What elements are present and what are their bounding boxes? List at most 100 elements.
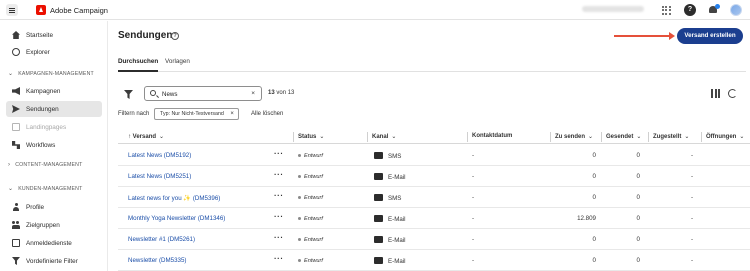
result-count: 13 von 13 [268,90,294,96]
sms-icon [374,152,383,159]
channel-label: E-Mail [388,216,406,223]
sidebar-item-label: Zielgruppen [26,221,60,229]
sidebar-item-label: Landingpages [26,123,67,131]
column-zugestellt[interactable]: Zugestellt ⌄ [653,133,689,140]
sidebar-item-workflows[interactable]: Workflows [0,137,108,153]
create-delivery-button[interactable]: Versand erstellen [677,28,743,44]
sidebar-item-label: Explorer [26,48,50,56]
channel: E-Mail [374,215,406,223]
delivery-name-link[interactable]: Newsletter (DM5335) [128,257,186,264]
app-name: Adobe Campaign [50,6,108,15]
status-badge: Entwurf [298,258,323,264]
column-label: Zu senden [555,134,586,140]
filter-toggle-icon[interactable] [124,90,133,99]
sidebar-item-profile[interactable]: Profile [0,199,108,215]
bell-icon[interactable] [707,4,720,16]
more-actions-icon[interactable]: ··· [274,170,284,179]
chevron-down-icon: ⌄ [8,186,14,192]
delivery-name-link[interactable]: Monthly Yoga Newsletter (DM1346) [128,215,225,222]
help-icon[interactable]: ? [684,4,696,16]
column-label: Status [298,134,317,140]
sidebar-item-anmeldedienste[interactable]: Anmeldedienste [0,235,108,251]
column-gesendet[interactable]: Gesendet ⌄ [606,133,641,140]
sparkle-icon: ✨ [183,195,192,202]
more-actions-icon[interactable]: ··· [274,149,284,158]
email-icon [374,173,383,180]
clear-search-icon[interactable]: × [251,90,255,97]
sidebar-item-explorer[interactable]: Explorer [0,44,108,60]
to-send-count: 0 [592,173,596,180]
sidebar: Startseite Explorer ⌄ KAMPAGNEN-MANAGEME… [0,21,108,271]
table-row[interactable]: Latest news for you ✨ (DM5396) ··· Entwu… [118,187,750,208]
delivered-count: - [691,236,694,243]
column-label: Kanal [372,134,389,140]
avatar[interactable] [730,4,742,16]
search-input[interactable]: News × [144,86,262,101]
sidebar-item-vordefinierte-filter[interactable]: Vordefinierte Filter [0,253,108,269]
table-row[interactable]: Latest News (DM5192) ··· Entwurf SMS - 0… [118,145,750,166]
delivery-name-link[interactable]: Latest news for you ✨ (DM5396) [128,194,220,202]
apps-grid-icon[interactable] [660,4,672,16]
more-actions-icon[interactable]: ··· [274,212,284,221]
delivered-count: - [691,194,694,201]
table-header: ↑ Versand ⌄ Status ⌄ Kanal ⌄ Kontaktdatum Z… [118,130,750,144]
tab-vorlagen[interactable]: Vorlagen [165,58,190,65]
delivered-count: - [691,215,694,222]
column-kontaktdatum[interactable]: Kontaktdatum [472,133,512,139]
filter-chip[interactable]: Typ: Nur Nicht-Testversand × [154,108,239,120]
more-actions-icon[interactable]: ··· [274,191,284,200]
compass-icon [12,48,20,56]
channel-label: E-Mail [388,258,406,265]
columns-icon[interactable] [711,89,720,98]
more-actions-icon[interactable]: ··· [274,254,284,263]
clear-all-link[interactable]: Alle löschen [251,111,283,117]
table-row[interactable]: Latest News (DM5251) ··· Entwurf E-Mail … [118,166,750,187]
sidebar-item-kampagnen[interactable]: Kampagnen [0,83,108,99]
help-icon[interactable]: ? [171,32,179,40]
user-name-blurred [582,6,644,12]
sidebar-item-sendungen[interactable]: Sendungen [6,101,102,117]
column-divider [367,132,368,142]
filter-icon [12,257,20,265]
column-oeffnungen[interactable]: Öffnungen ⌄ [706,133,744,140]
workflow-icon [12,141,20,149]
email-icon [374,257,383,264]
chevron-down-icon: ⌄ [319,134,325,140]
menu-icon[interactable] [6,4,18,16]
column-label: Öffnungen [706,134,737,140]
delivered-count: - [691,152,694,159]
refresh-icon[interactable] [728,89,737,98]
delivery-name-link[interactable]: Latest News (DM5251) [128,173,191,180]
status-badge: Entwurf [298,216,323,222]
sidebar-item-startseite[interactable]: Startseite [0,27,108,43]
remove-filter-icon[interactable]: × [230,109,234,119]
chevron-down-icon: ⌄ [684,134,690,140]
more-actions-icon[interactable]: ··· [274,233,284,242]
sidebar-item-label: Profile [26,203,45,211]
section-label: KAMPAGNEN-MANAGEMENT [18,70,94,77]
delivery-name-link[interactable]: Latest News (DM5192) [128,152,191,159]
column-kanal[interactable]: Kanal ⌄ [372,133,396,140]
column-versand[interactable]: ↑ Versand ⌄ [128,133,164,140]
contact-date: - [472,257,475,264]
column-divider [467,132,468,142]
channel: E-Mail [374,173,406,181]
sidebar-item-zielgruppen[interactable]: Zielgruppen [0,217,108,233]
section-kunden-management[interactable]: ⌄ KUNDEN-MANAGEMENT [0,185,108,193]
table-row[interactable]: Monthly Yoga Newsletter (DM1346) ··· Ent… [118,208,750,229]
column-status[interactable]: Status ⌄ [298,133,324,140]
service-icon [12,239,20,247]
channel-label: E-Mail [388,237,406,244]
sent-count: 0 [636,194,640,201]
chevron-down-icon: ⌄ [636,134,642,140]
delivery-name-link[interactable]: Newsletter #1 (DM5261) [128,236,195,243]
filter-chip-label: Typ: Nur Nicht-Testversand [160,111,224,117]
table-row[interactable]: Newsletter (DM5335) ··· Entwurf E-Mail -… [118,250,750,271]
section-content-management[interactable]: › CONTENT-MANAGEMENT [0,162,108,168]
tab-durchsuchen[interactable]: Durchsuchen [118,58,159,72]
column-zu-senden[interactable]: Zu senden ⌄ [555,133,593,140]
section-kampagnen-management[interactable]: ⌄ KAMPAGNEN-MANAGEMENT [0,70,108,78]
delivery-name-suffix: (DM5396) [192,195,221,202]
table-row[interactable]: Newsletter #1 (DM5261) ··· Entwurf E-Mai… [118,229,750,250]
column-label: Gesendet [606,134,634,140]
